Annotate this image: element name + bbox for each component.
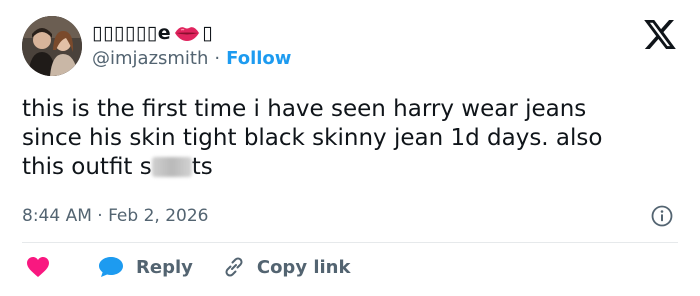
heart-icon	[27, 257, 49, 277]
info-icon[interactable]	[651, 205, 673, 227]
author-handle[interactable]: @imjazsmith	[92, 48, 208, 69]
reply-button[interactable]: Reply	[98, 256, 193, 278]
handle-separator: ·	[214, 48, 221, 69]
tweet-timestamp[interactable]: 8:44 AM · Feb 2, 2026	[22, 206, 208, 226]
tweet-text-after: ts	[191, 154, 213, 180]
author-display-name[interactable]: ▯▯▯▯▯▯e	[92, 22, 171, 44]
reply-bubble-icon	[99, 257, 123, 277]
kiss-mark-lips-icon	[174, 24, 200, 42]
copy-link-button[interactable]: Copy link	[223, 256, 351, 278]
handle-row: @imjazsmith · Follow	[92, 48, 291, 69]
tweet-text: this is the first time i have seen harry…	[22, 95, 682, 182]
tweet-text-before: this is the first time i have seen harry…	[22, 96, 603, 180]
link-icon	[225, 257, 243, 277]
tweet-card: ▯▯▯▯▯▯e ▯ @imjazsmith · Follow this is t…	[0, 0, 700, 296]
avatar[interactable]	[22, 16, 82, 76]
avatar-photo	[22, 16, 82, 76]
follow-button[interactable]: Follow	[226, 48, 291, 69]
copy-link-label: Copy link	[256, 256, 351, 278]
like-button[interactable]	[26, 256, 50, 278]
censor-blur	[151, 157, 192, 177]
reply-label: Reply	[136, 256, 193, 278]
divider	[22, 242, 678, 243]
action-bar: Reply Copy link	[22, 256, 350, 278]
author-name-tail: ▯	[202, 22, 213, 44]
author-name-row[interactable]: ▯▯▯▯▯▯e ▯	[92, 22, 213, 44]
x-logo-icon[interactable]	[644, 20, 676, 49]
